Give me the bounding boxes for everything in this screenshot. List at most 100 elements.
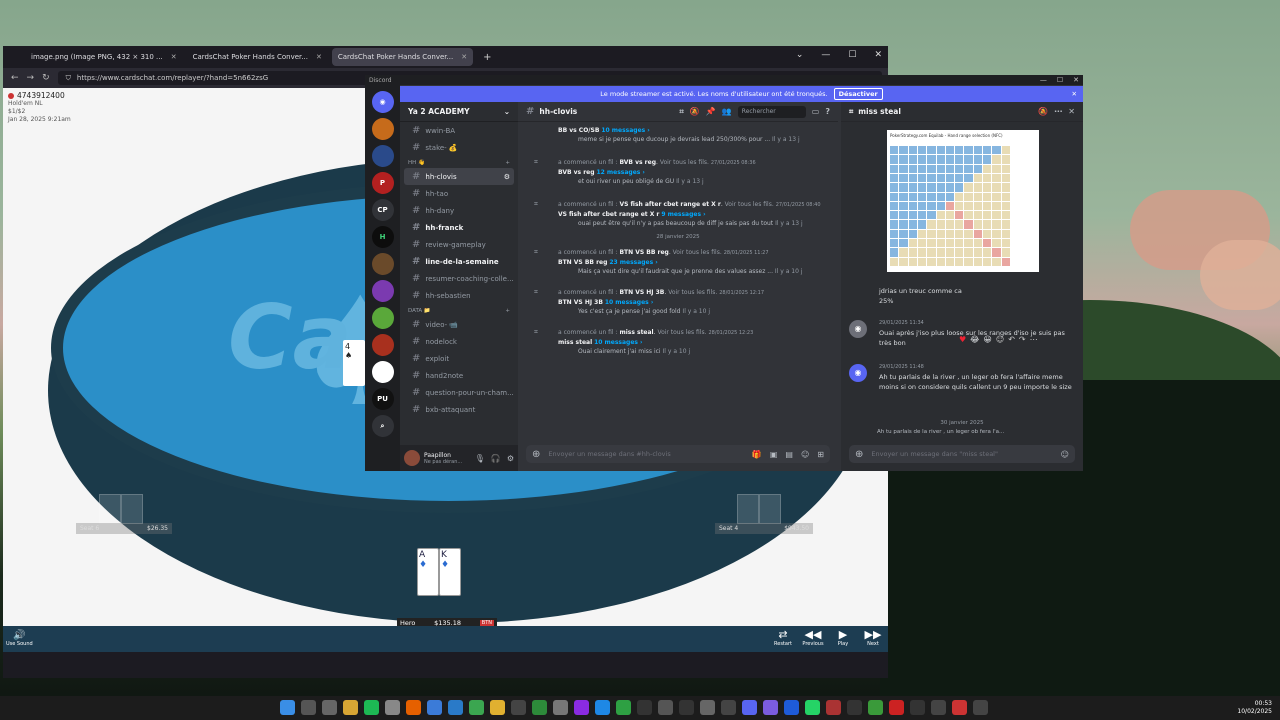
server-icon[interactable]: [371, 145, 394, 167]
app-icon[interactable]: [532, 700, 547, 715]
close-icon[interactable]: ✕: [1072, 90, 1077, 98]
app-icon[interactable]: [826, 700, 841, 715]
server-icon[interactable]: [371, 334, 394, 356]
see-threads-link[interactable]: Voir tous les fils.: [660, 159, 709, 166]
thread-count[interactable]: 23 messages ›: [609, 259, 657, 266]
range-chart-image[interactable]: PokerStrategy.com Equilab - Hand range s…: [887, 130, 1039, 272]
gif-icon[interactable]: ▣: [770, 450, 778, 459]
app-icon[interactable]: [511, 700, 526, 715]
channel-item[interactable]: # wwin-BA: [404, 122, 514, 139]
server-header[interactable]: Ya 2 ACADEMY ⌄: [400, 102, 518, 122]
channel-item[interactable]: # hh-franck: [404, 219, 514, 236]
app-icon[interactable]: [574, 700, 589, 715]
server-icon[interactable]: PU: [371, 388, 394, 410]
system-clock[interactable]: 00:53 10/02/2025: [1237, 700, 1272, 716]
tab-cardschat-2[interactable]: CardsChat Poker Hands Conver... ✕: [331, 48, 474, 66]
windows-start-icon[interactable]: [280, 700, 295, 715]
close-icon[interactable]: ✕: [461, 53, 467, 61]
app-icon[interactable]: [910, 700, 925, 715]
spotify-icon[interactable]: [364, 700, 379, 715]
app-icon[interactable]: [553, 700, 568, 715]
thread-count[interactable]: 9 messages ›: [661, 211, 705, 218]
microphone-icon[interactable]: 🎙: [475, 454, 485, 463]
search-input[interactable]: Rechercher: [737, 105, 806, 118]
see-threads-link[interactable]: Voir tous les fils.: [725, 201, 774, 208]
channel-item[interactable]: # review-gameplay: [404, 236, 514, 253]
discord-avatar-icon[interactable]: ◉: [849, 364, 867, 382]
app-icon[interactable]: [490, 700, 505, 715]
next-button[interactable]: ▶▶ Next: [862, 629, 884, 648]
app-icon[interactable]: [973, 700, 988, 715]
app-icon[interactable]: [595, 700, 610, 715]
app-icon[interactable]: [847, 700, 862, 715]
server-icon[interactable]: [371, 118, 394, 140]
close-icon[interactable]: ✕: [1068, 107, 1075, 116]
thread-count[interactable]: 10 messages ›: [601, 127, 649, 134]
app-icon[interactable]: [385, 700, 400, 715]
gear-icon[interactable]: ⚙: [507, 454, 514, 463]
emoji-icon[interactable]: ☺: [801, 450, 809, 459]
channel-item[interactable]: # hh-tao: [404, 185, 514, 202]
close-button[interactable]: ✕: [1073, 76, 1079, 84]
close-icon[interactable]: ✕: [316, 53, 322, 61]
whatsapp-icon[interactable]: [805, 700, 820, 715]
pin-icon[interactable]: 📌: [706, 107, 716, 116]
channel-item[interactable]: # hand2note: [404, 367, 514, 384]
channel-item[interactable]: # video- 📹: [404, 316, 514, 333]
seat4-label[interactable]: Seat 4 $943.50: [715, 523, 813, 534]
server-icon[interactable]: [371, 307, 394, 329]
more-icon[interactable]: ⋯: [1054, 107, 1062, 116]
channel-item[interactable]: # line-de-la-semaine: [404, 253, 514, 270]
minimize-button[interactable]: —: [821, 50, 830, 60]
thread-preview[interactable]: BTN VS BB reg 23 messages › Mais ça veut…: [558, 258, 832, 276]
settings-icon[interactable]: ⚙: [504, 173, 510, 181]
server-icon[interactable]: P: [371, 172, 394, 194]
avatar[interactable]: [404, 450, 420, 466]
thread-preview[interactable]: BTN VS HJ 3B 10 messages › Yes c'est ça …: [558, 298, 832, 316]
inbox-icon[interactable]: ▭: [812, 107, 820, 116]
app-icon[interactable]: [721, 700, 736, 715]
server-icon[interactable]: [371, 361, 394, 383]
channel-item[interactable]: # bxb-attaquant: [404, 401, 514, 418]
app-icon[interactable]: [427, 700, 442, 715]
app-icon[interactable]: [616, 700, 631, 715]
thread-count[interactable]: 12 messages ›: [596, 169, 644, 176]
channel-item[interactable]: # stake- 💰: [404, 139, 514, 156]
tab-image[interactable]: image.png (Image PNG, 432 × 310 ... ✕: [25, 48, 183, 66]
help-icon[interactable]: ?: [825, 107, 830, 116]
sound-toggle[interactable]: 🔊 Use Sound: [6, 630, 33, 647]
add-attachment-icon[interactable]: ⊕: [532, 449, 540, 460]
channel-item[interactable]: # nodelock: [404, 333, 514, 350]
thread-count[interactable]: 10 messages ›: [605, 299, 653, 306]
channel-item[interactable]: # question-pour-un-cham...: [404, 384, 514, 401]
explore-icon[interactable]: ⌕: [371, 415, 394, 437]
thread-preview[interactable]: miss steal 10 messages › Ouai clairement…: [558, 338, 832, 356]
add-attachment-icon[interactable]: ⊕: [855, 449, 863, 460]
app-icon[interactable]: [469, 700, 484, 715]
task-view-icon[interactable]: [322, 700, 337, 715]
search-icon[interactable]: [301, 700, 316, 715]
app-icon[interactable]: [763, 700, 778, 715]
threads-icon[interactable]: ⌗: [679, 107, 684, 117]
add-channel-icon[interactable]: +: [505, 160, 510, 166]
app-icon[interactable]: [658, 700, 673, 715]
restart-button[interactable]: ⇄ Restart: [772, 629, 794, 648]
app-icon[interactable]: [784, 700, 799, 715]
close-icon[interactable]: ✕: [171, 53, 177, 61]
apps-icon[interactable]: ⊞: [817, 450, 824, 459]
members-icon[interactable]: 👥: [722, 107, 732, 116]
thread-count[interactable]: 10 messages ›: [594, 339, 642, 346]
see-threads-link[interactable]: Voir tous les fils.: [668, 289, 717, 296]
thread-message-input[interactable]: ⊕ Envoyer un message dans "miss steal" ☺: [849, 445, 1075, 463]
discord-home-icon[interactable]: ◉: [371, 91, 394, 113]
app-icon[interactable]: [931, 700, 946, 715]
minimize-button[interactable]: —: [1040, 76, 1047, 84]
thread-preview[interactable]: BB vs CO/SB 10 messages › meme si je pen…: [558, 126, 832, 144]
category-hh[interactable]: HH 👋 +: [400, 156, 518, 168]
headphones-icon[interactable]: 🎧: [491, 454, 501, 463]
app-icon[interactable]: [889, 700, 904, 715]
seat6-label[interactable]: Seat 6 $26.35: [76, 523, 172, 534]
reload-icon[interactable]: ↻: [42, 73, 50, 83]
firefox-icon[interactable]: [406, 700, 421, 715]
reply-preview[interactable]: Ah tu parlais de la river , un leger ob …: [877, 429, 1004, 435]
